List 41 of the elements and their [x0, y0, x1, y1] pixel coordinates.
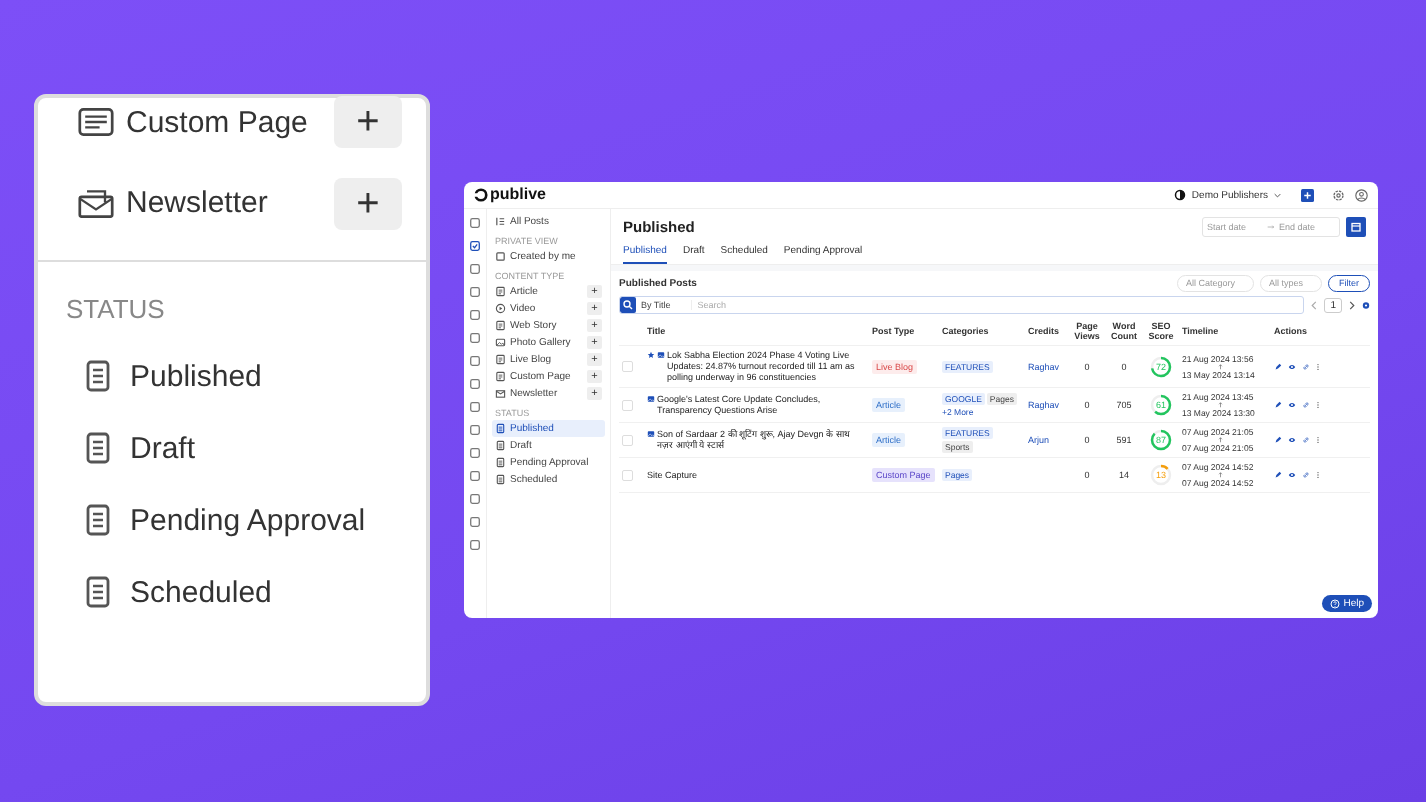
content-type-label[interactable]: Custom Page	[126, 105, 334, 139]
status-item[interactable]: Pending Approval	[130, 503, 366, 537]
eye-icon[interactable]	[1288, 436, 1296, 444]
document-icon	[86, 360, 110, 392]
eye-icon[interactable]	[1288, 471, 1296, 479]
score-ring	[1150, 394, 1172, 416]
calendar-button[interactable]	[1346, 217, 1366, 237]
add-icon[interactable]	[1301, 188, 1314, 202]
status-item[interactable]: Scheduled	[130, 575, 272, 609]
image-icon	[657, 351, 665, 359]
search-icon[interactable]	[620, 297, 636, 313]
add-button[interactable]: +	[334, 96, 402, 148]
eye-icon[interactable]	[1288, 401, 1296, 409]
add-button[interactable]: +	[334, 177, 402, 229]
logo-text: publive	[490, 186, 546, 204]
score-ring	[1150, 464, 1172, 486]
logo-icon	[474, 188, 488, 202]
section-heading: STATUS	[66, 294, 167, 324]
row-checkbox[interactable]	[622, 399, 633, 411]
row-checkbox[interactable]	[622, 361, 633, 372]
status-item[interactable]: Published	[130, 359, 262, 393]
row-checkbox[interactable]	[622, 434, 633, 446]
status-item[interactable]: Draft	[130, 431, 196, 465]
row-checkbox[interactable]	[622, 469, 633, 481]
image-icon	[647, 395, 655, 403]
edit-icon[interactable]	[1274, 401, 1282, 409]
document-icon	[86, 432, 110, 464]
page-icon	[78, 106, 114, 138]
half-circle-icon	[1173, 189, 1186, 201]
star-icon	[647, 351, 655, 359]
edit-icon[interactable]	[1274, 362, 1282, 371]
score-ring	[1150, 429, 1172, 451]
content-type-label[interactable]: Newsletter	[126, 186, 334, 220]
envelope-icon	[78, 187, 114, 219]
image-icon	[647, 430, 655, 438]
score-ring	[1150, 355, 1172, 378]
document-icon	[86, 576, 110, 608]
document-icon	[86, 504, 110, 536]
edit-icon[interactable]	[1274, 436, 1282, 444]
edit-icon[interactable]	[1274, 471, 1282, 479]
play-icon	[495, 303, 506, 314]
